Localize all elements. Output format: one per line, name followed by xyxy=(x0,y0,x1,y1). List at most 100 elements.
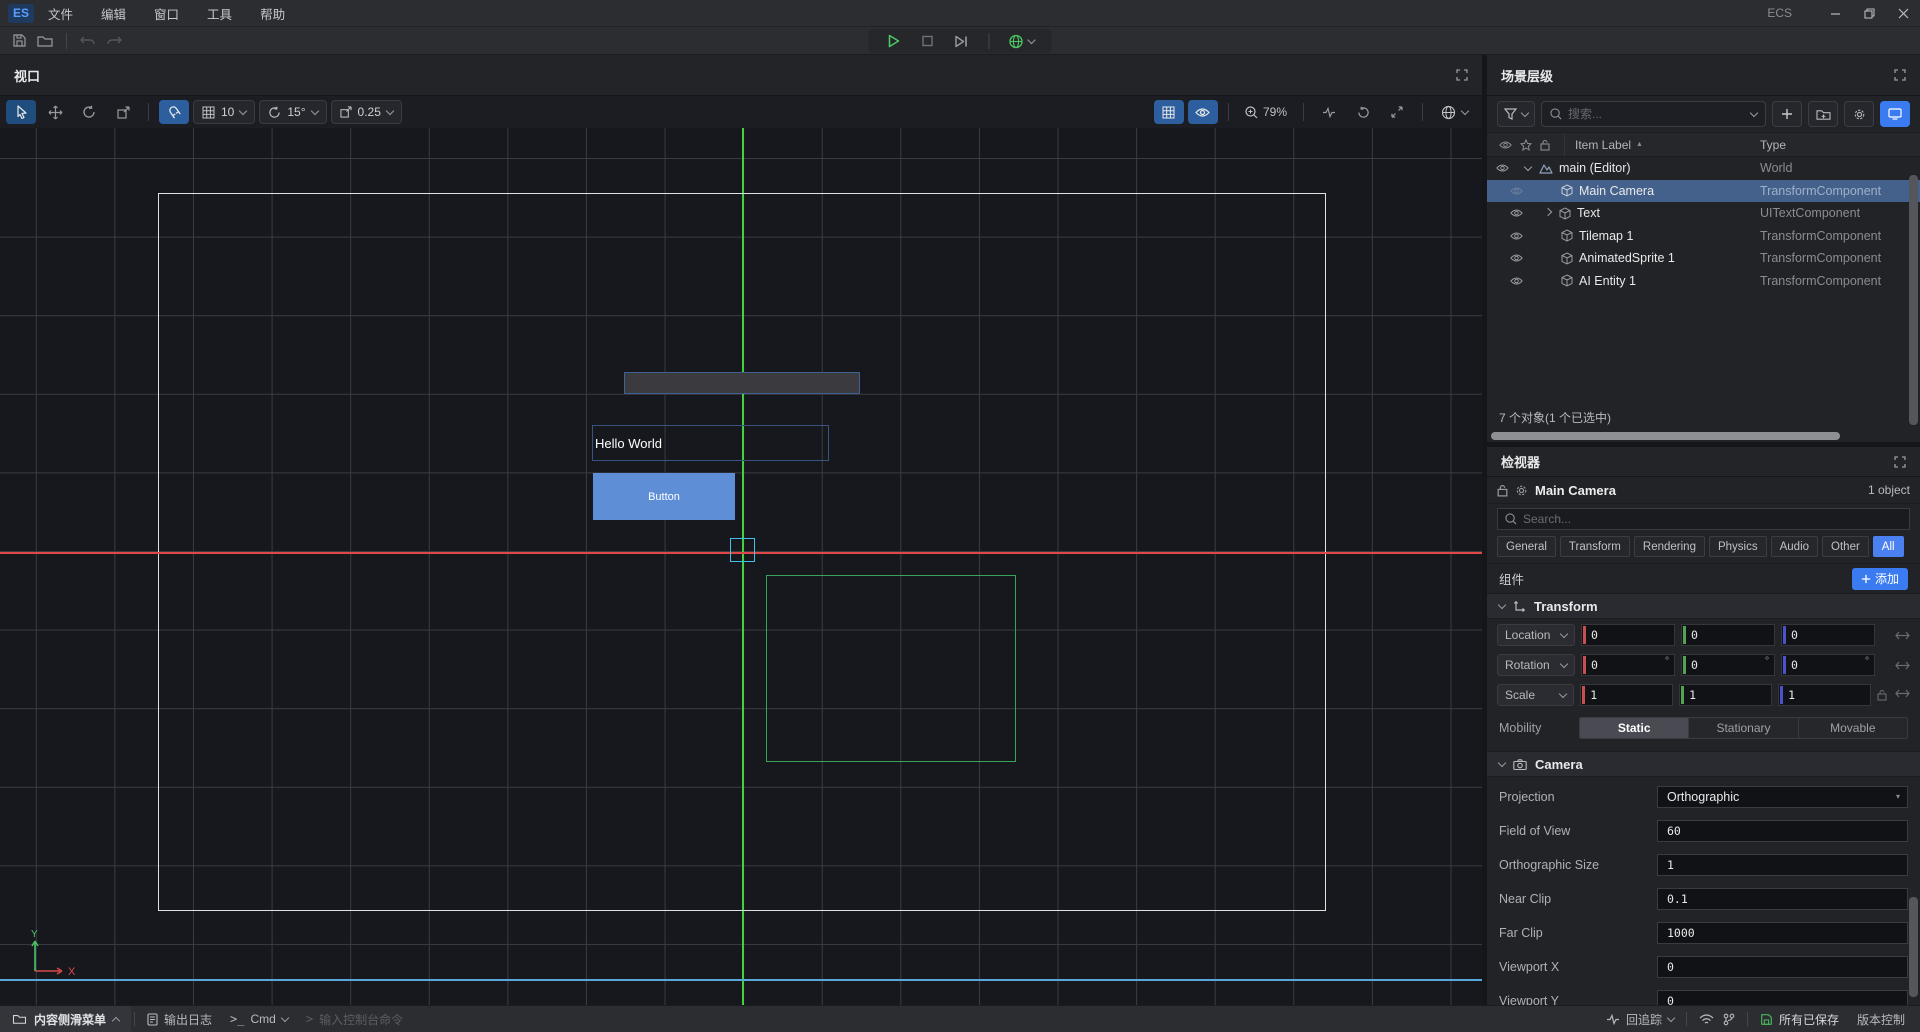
save-button[interactable] xyxy=(6,30,32,52)
expand-panel-icon[interactable] xyxy=(1894,69,1906,81)
tab-rendering[interactable]: Rendering xyxy=(1634,536,1705,557)
menu-edit[interactable]: 编辑 xyxy=(87,0,140,26)
scale-x-field[interactable]: 1 xyxy=(1580,684,1673,706)
hierarchy-row-main[interactable]: main (Editor) World xyxy=(1487,157,1920,180)
selection-gizmo[interactable] xyxy=(730,538,755,562)
add-entity-button[interactable] xyxy=(1772,101,1802,127)
minimize-button[interactable] xyxy=(1818,0,1852,27)
reset-arrows-icon[interactable] xyxy=(1895,631,1910,640)
visibility-toggle-icon[interactable] xyxy=(1509,253,1523,263)
scale-snap-dropdown[interactable]: 0.25 xyxy=(331,100,402,124)
rotation-dropdown[interactable]: Rotation xyxy=(1497,654,1575,676)
column-type[interactable]: Type xyxy=(1760,138,1920,152)
reset-view-button[interactable] xyxy=(1348,100,1378,124)
text-entity[interactable]: Hello World xyxy=(592,425,829,461)
scale-y-field[interactable]: 1 xyxy=(1679,684,1772,706)
visibility-toggle-icon[interactable] xyxy=(1495,163,1509,173)
rotate-snap-dropdown[interactable]: 15° xyxy=(259,100,326,124)
location-z-field[interactable]: 0 xyxy=(1781,624,1875,646)
rotation-z-field[interactable]: 0° xyxy=(1781,654,1875,676)
rotation-y-field[interactable]: 0° xyxy=(1681,654,1775,676)
expand-icon[interactable] xyxy=(1544,208,1552,216)
visibility-toggle-icon[interactable] xyxy=(1509,186,1523,196)
cmd-dropdown[interactable]: >_ Cmd xyxy=(221,1012,297,1026)
rotation-x-field[interactable]: 0° xyxy=(1581,654,1675,676)
menu-tools[interactable]: 工具 xyxy=(193,0,246,26)
reset-arrows-icon[interactable] xyxy=(1895,661,1910,670)
menu-window[interactable]: 窗口 xyxy=(140,0,193,26)
rect-edit-tool-button[interactable] xyxy=(108,100,138,124)
display-mode-button[interactable] xyxy=(1880,101,1910,127)
save-status[interactable]: 所有已保存 xyxy=(1751,1011,1848,1028)
tab-other[interactable]: Other xyxy=(1822,536,1869,557)
undo-button[interactable] xyxy=(75,30,101,52)
mobility-stationary[interactable]: Stationary xyxy=(1689,718,1798,738)
scale-z-field[interactable]: 1 xyxy=(1778,684,1871,706)
hierarchy-row-text[interactable]: Text UITextComponent xyxy=(1487,202,1920,225)
close-button[interactable] xyxy=(1886,0,1920,27)
projection-select[interactable]: Orthographic ▾ xyxy=(1657,786,1908,808)
open-project-button[interactable] xyxy=(32,30,58,52)
move-tool-button[interactable] xyxy=(40,100,70,124)
hierarchy-vscrollbar[interactable] xyxy=(1909,175,1918,425)
scene-canvas[interactable]: Hello World Button Y X xyxy=(0,128,1482,1005)
stop-button[interactable] xyxy=(913,30,943,52)
add-folder-button[interactable] xyxy=(1808,101,1838,127)
mobility-static[interactable]: Static xyxy=(1580,718,1689,738)
visibility-column-icon[interactable] xyxy=(1499,140,1512,150)
reset-arrows-icon[interactable] xyxy=(1895,689,1910,698)
tab-general[interactable]: General xyxy=(1497,536,1556,557)
redo-button[interactable] xyxy=(101,30,127,52)
tab-all[interactable]: All xyxy=(1873,536,1904,557)
output-log-button[interactable]: 输出日志 xyxy=(138,1011,221,1028)
hierarchy-search-input[interactable] xyxy=(1568,107,1745,121)
inspector-search-input[interactable] xyxy=(1523,512,1902,526)
stats-button[interactable] xyxy=(1314,100,1344,124)
hierarchy-settings-button[interactable] xyxy=(1844,101,1874,127)
hierarchy-row-ai-entity[interactable]: AI Entity 1 TransformComponent xyxy=(1487,270,1920,293)
button-entity[interactable]: Button xyxy=(593,473,735,520)
collapse-icon[interactable] xyxy=(1524,163,1532,171)
panel-entity[interactable] xyxy=(624,372,860,394)
inspector-search[interactable] xyxy=(1497,508,1910,530)
add-component-button[interactable]: 添加 xyxy=(1852,568,1908,590)
tab-physics[interactable]: Physics xyxy=(1709,536,1767,557)
maximize-button[interactable] xyxy=(1852,0,1886,27)
trace-dropdown[interactable]: 回追踪 xyxy=(1597,1011,1683,1028)
visibility-toggle-icon[interactable] xyxy=(1509,208,1523,218)
hierarchy-row-tilemap[interactable]: Tilemap 1 TransformComponent xyxy=(1487,225,1920,248)
unlock-icon[interactable] xyxy=(1877,689,1887,701)
content-drawer-button[interactable]: 内容侧滑菜单 xyxy=(0,1006,131,1032)
hierarchy-hscrollbar[interactable] xyxy=(1487,430,1920,442)
grid-snap-dropdown[interactable]: 10 xyxy=(193,100,255,124)
expand-panel-icon[interactable] xyxy=(1894,456,1906,468)
visibility-toggle-icon[interactable] xyxy=(1509,231,1523,241)
visibility-toggle-icon[interactable] xyxy=(1509,276,1523,286)
location-dropdown[interactable]: Location xyxy=(1497,624,1575,646)
rotate-tool-button[interactable] xyxy=(74,100,104,124)
field-of-view-field[interactable]: 60 xyxy=(1657,820,1908,842)
console-input[interactable]: > 输入控制台命令 xyxy=(297,1011,412,1028)
location-x-field[interactable]: 0 xyxy=(1581,624,1675,646)
grid-visibility-toggle[interactable] xyxy=(1154,100,1184,124)
viewport-x-field[interactable]: 0 xyxy=(1657,956,1908,978)
far-clip-field[interactable]: 1000 xyxy=(1657,922,1908,944)
step-button[interactable] xyxy=(947,30,977,52)
branch-button[interactable] xyxy=(1723,1013,1744,1026)
near-clip-field[interactable]: 0.1 xyxy=(1657,888,1908,910)
network-mode-dropdown[interactable] xyxy=(1002,30,1042,52)
fullscreen-button[interactable] xyxy=(1382,100,1412,124)
select-tool-button[interactable] xyxy=(6,100,36,124)
orthographic-size-field[interactable]: 1 xyxy=(1657,854,1908,876)
scale-dropdown[interactable]: Scale xyxy=(1497,684,1574,706)
tab-transform[interactable]: Transform xyxy=(1560,536,1630,557)
location-y-field[interactable]: 0 xyxy=(1681,624,1775,646)
snap-toggle-button[interactable] xyxy=(159,100,189,124)
version-control-button[interactable]: 版本控制 xyxy=(1848,1011,1914,1028)
network-status-button[interactable] xyxy=(1690,1014,1723,1025)
gear-icon[interactable] xyxy=(1515,484,1528,497)
mobility-movable[interactable]: Movable xyxy=(1799,718,1907,738)
app-logo[interactable]: ES xyxy=(8,4,34,23)
hierarchy-row-animatedsprite[interactable]: AnimatedSprite 1 TransformComponent xyxy=(1487,247,1920,270)
transform-section-header[interactable]: Transform xyxy=(1487,593,1920,619)
